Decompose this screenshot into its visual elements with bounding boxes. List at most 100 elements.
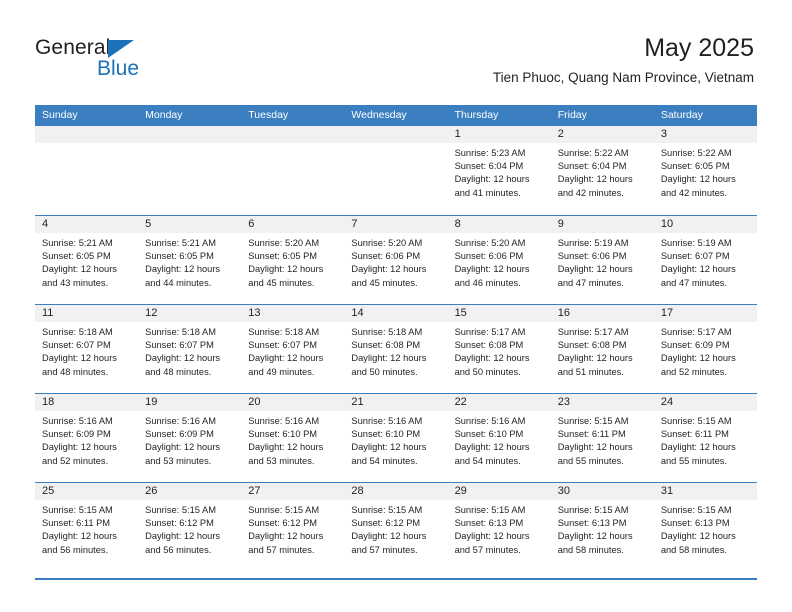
day-cell[interactable]: 19 Sunrise: 5:16 AM Sunset: 6:09 PM Dayl…	[138, 394, 242, 482]
day-cell[interactable]: 23 Sunrise: 5:15 AM Sunset: 6:11 PM Dayl…	[550, 394, 654, 482]
day-number: 27	[248, 485, 261, 497]
day-cell[interactable]: 7 Sunrise: 5:20 AM Sunset: 6:06 PM Dayli…	[344, 216, 448, 304]
day-cell[interactable]: 14 Sunrise: 5:18 AM Sunset: 6:08 PM Dayl…	[344, 305, 448, 393]
daylight-text-line2: and 52 minutes.	[660, 366, 727, 377]
daylight-text-line2: and 50 minutes.	[454, 366, 521, 377]
day-cell[interactable]	[241, 126, 345, 215]
sunset-text: Sunset: 6:04 PM	[557, 161, 627, 172]
day-cell[interactable]: 2 Sunrise: 5:22 AM Sunset: 6:04 PM Dayli…	[550, 126, 654, 215]
daylight-text-line1: Daylight: 12 hours	[454, 353, 530, 364]
day-cell[interactable]: 12 Sunrise: 5:18 AM Sunset: 6:07 PM Dayl…	[138, 305, 242, 393]
day-cell[interactable]: 29 Sunrise: 5:15 AM Sunset: 6:13 PM Dayl…	[447, 483, 551, 571]
day-number: 13	[248, 307, 261, 319]
sunrise-text: Sunrise: 5:15 AM	[660, 416, 732, 426]
day-number-band: 1	[447, 126, 551, 143]
sunset-text: Sunset: 6:07 PM	[660, 251, 730, 262]
sunset-text: Sunset: 6:12 PM	[248, 518, 318, 529]
day-cell[interactable]: 31 Sunrise: 5:15 AM Sunset: 6:13 PM Dayl…	[653, 483, 757, 571]
day-cell[interactable]: 13 Sunrise: 5:18 AM Sunset: 6:07 PM Dayl…	[241, 305, 345, 393]
daylight-text-line2: and 47 minutes.	[557, 277, 624, 288]
day-cell[interactable]	[344, 126, 448, 215]
day-details: Sunrise: 5:21 AM Sunset: 6:05 PM Dayligh…	[35, 233, 138, 290]
day-cell[interactable]: 25 Sunrise: 5:15 AM Sunset: 6:11 PM Dayl…	[35, 483, 139, 571]
day-number: 12	[145, 307, 158, 319]
sunset-text: Sunset: 6:08 PM	[351, 340, 421, 351]
day-cell[interactable]: 11 Sunrise: 5:18 AM Sunset: 6:07 PM Dayl…	[35, 305, 139, 393]
daylight-text-line1: Daylight: 12 hours	[248, 353, 324, 364]
day-number-band: 25	[35, 483, 139, 500]
day-number: 6	[248, 218, 255, 230]
daylight-text-line2: and 44 minutes.	[145, 277, 212, 288]
day-cell[interactable]: 17 Sunrise: 5:17 AM Sunset: 6:09 PM Dayl…	[653, 305, 757, 393]
day-cell[interactable]: 8 Sunrise: 5:20 AM Sunset: 6:06 PM Dayli…	[447, 216, 551, 304]
day-cell[interactable]: 9 Sunrise: 5:19 AM Sunset: 6:06 PM Dayli…	[550, 216, 654, 304]
day-details: Sunrise: 5:21 AM Sunset: 6:05 PM Dayligh…	[138, 233, 241, 290]
sunrise-text: Sunrise: 5:16 AM	[351, 416, 423, 426]
daylight-text-line1: Daylight: 12 hours	[42, 264, 117, 275]
sunset-text: Sunset: 6:05 PM	[660, 161, 730, 172]
day-cell[interactable]: 30 Sunrise: 5:15 AM Sunset: 6:13 PM Dayl…	[550, 483, 654, 571]
daylight-text-line1: Daylight: 12 hours	[660, 174, 736, 185]
daylight-text-line2: and 42 minutes.	[557, 187, 624, 198]
day-number-band: 28	[344, 483, 448, 500]
dow-header-wednesday: Wednesday	[351, 109, 407, 121]
day-number: 30	[557, 485, 570, 497]
day-cell[interactable]: 3 Sunrise: 5:22 AM Sunset: 6:05 PM Dayli…	[653, 126, 757, 215]
daylight-text-line1: Daylight: 12 hours	[351, 442, 427, 453]
day-details: Sunrise: 5:19 AM Sunset: 6:06 PM Dayligh…	[551, 233, 654, 290]
triangle-icon	[108, 40, 134, 58]
day-number-band: 8	[447, 216, 551, 233]
day-number: 17	[660, 307, 674, 319]
calendar-grid: Sunday Monday Tuesday Wednesday Thursday…	[35, 105, 757, 571]
day-number-band: 16	[550, 305, 654, 322]
day-cell[interactable]: 21 Sunrise: 5:16 AM Sunset: 6:10 PM Dayl…	[344, 394, 448, 482]
sunset-text: Sunset: 6:08 PM	[454, 340, 524, 351]
sunset-text: Sunset: 6:10 PM	[248, 429, 318, 440]
day-details: Sunrise: 5:17 AM Sunset: 6:08 PM Dayligh…	[551, 322, 654, 379]
sunset-text: Sunset: 6:13 PM	[557, 518, 627, 529]
title-block: May 2025 Tien Phuoc, Quang Nam Province,…	[493, 33, 754, 87]
day-cell[interactable]	[35, 126, 139, 215]
day-cell[interactable]: 15 Sunrise: 5:17 AM Sunset: 6:08 PM Dayl…	[447, 305, 551, 393]
day-cell[interactable]: 1 Sunrise: 5:23 AM Sunset: 6:04 PM Dayli…	[447, 126, 551, 215]
daylight-text-line1: Daylight: 12 hours	[248, 442, 324, 453]
day-number-band: 15	[447, 305, 551, 322]
day-details: Sunrise: 5:15 AM Sunset: 6:12 PM Dayligh…	[138, 500, 241, 557]
general-blue-logo[interactable]: General Blue	[35, 37, 165, 85]
day-cell[interactable]: 10 Sunrise: 5:19 AM Sunset: 6:07 PM Dayl…	[653, 216, 757, 304]
day-cell[interactable]: 22 Sunrise: 5:16 AM Sunset: 6:10 PM Dayl…	[447, 394, 551, 482]
day-cell[interactable]: 28 Sunrise: 5:15 AM Sunset: 6:12 PM Dayl…	[344, 483, 448, 571]
daylight-text-line1: Daylight: 12 hours	[454, 264, 530, 275]
day-cell[interactable]: 6 Sunrise: 5:20 AM Sunset: 6:05 PM Dayli…	[241, 216, 345, 304]
day-details: Sunrise: 5:16 AM Sunset: 6:10 PM Dayligh…	[344, 411, 447, 468]
day-cell[interactable]: 16 Sunrise: 5:17 AM Sunset: 6:08 PM Dayl…	[550, 305, 654, 393]
daylight-text-line2: and 54 minutes.	[454, 455, 521, 466]
daylight-text-line2: and 57 minutes.	[454, 544, 521, 555]
sunset-text: Sunset: 6:06 PM	[454, 251, 524, 262]
day-details: Sunrise: 5:20 AM Sunset: 6:05 PM Dayligh…	[241, 233, 344, 290]
day-number-band: 10	[653, 216, 757, 233]
sunset-text: Sunset: 6:05 PM	[145, 251, 214, 262]
sunset-text: Sunset: 6:07 PM	[248, 340, 318, 351]
sunrise-text: Sunrise: 5:15 AM	[557, 505, 629, 515]
day-number-band: 22	[447, 394, 551, 411]
day-cell[interactable]: 5 Sunrise: 5:21 AM Sunset: 6:05 PM Dayli…	[138, 216, 242, 304]
sunset-text: Sunset: 6:05 PM	[248, 251, 318, 262]
daylight-text-line1: Daylight: 12 hours	[145, 353, 221, 364]
day-cell[interactable]: 27 Sunrise: 5:15 AM Sunset: 6:12 PM Dayl…	[241, 483, 345, 571]
sunrise-text: Sunrise: 5:19 AM	[660, 238, 732, 248]
sunrise-text: Sunrise: 5:18 AM	[145, 327, 216, 337]
day-cell[interactable]: 18 Sunrise: 5:16 AM Sunset: 6:09 PM Dayl…	[35, 394, 139, 482]
sunset-text: Sunset: 6:09 PM	[42, 429, 111, 440]
sunset-text: Sunset: 6:12 PM	[351, 518, 421, 529]
day-cell[interactable]: 20 Sunrise: 5:16 AM Sunset: 6:10 PM Dayl…	[241, 394, 345, 482]
day-cell[interactable]: 26 Sunrise: 5:15 AM Sunset: 6:12 PM Dayl…	[138, 483, 242, 571]
day-number-band	[241, 126, 345, 143]
day-number: 15	[454, 307, 467, 319]
day-cell[interactable]	[138, 126, 242, 215]
sunrise-text: Sunrise: 5:20 AM	[351, 238, 423, 248]
day-cell[interactable]: 24 Sunrise: 5:15 AM Sunset: 6:11 PM Dayl…	[653, 394, 757, 482]
daylight-text-line1: Daylight: 12 hours	[351, 531, 427, 542]
day-cell[interactable]: 4 Sunrise: 5:21 AM Sunset: 6:05 PM Dayli…	[35, 216, 139, 304]
day-number-band: 24	[653, 394, 757, 411]
